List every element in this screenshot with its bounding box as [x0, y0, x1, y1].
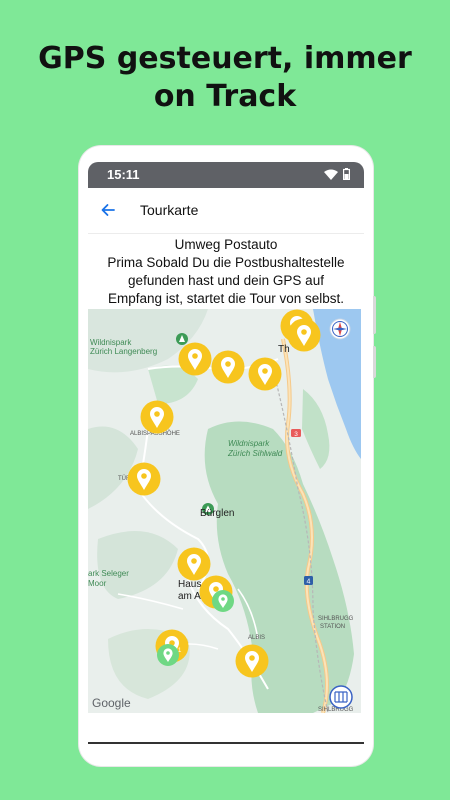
- gesture-bar: [88, 742, 364, 744]
- label-wildnispark-sihlwald-1: Wildnispark: [228, 439, 270, 448]
- phone-frame: 15:11 Tourkarte Umweg Postauto Prima Sob…: [79, 146, 376, 766]
- current-position-marker[interactable]: [157, 644, 179, 666]
- power-button: [373, 346, 376, 378]
- back-arrow-icon[interactable]: [98, 200, 118, 220]
- label-sihlbrugg: SIHLBRUGG: [318, 707, 354, 713]
- label-hausen-2: am A: [178, 591, 201, 602]
- start-marker[interactable]: [212, 590, 234, 612]
- label-thalwil: Th: [278, 344, 290, 355]
- tour-stop-marker-7[interactable]: [127, 462, 161, 496]
- label-hausen-1: Haus: [178, 579, 201, 590]
- tour-map[interactable]: 3 4 Wildnispark Zürich Langenberg Wildni…: [88, 309, 361, 713]
- tour-stop-marker-1[interactable]: [178, 342, 212, 376]
- road-4-label: 4: [307, 579, 311, 586]
- promo-headline-line1: GPS gesteuert, immer: [38, 41, 412, 76]
- label-seleger-1: ark Seleger: [88, 569, 129, 578]
- tour-stop-marker-8[interactable]: [177, 547, 211, 581]
- promo-headline-line2: on Track: [153, 79, 297, 114]
- tour-stop-marker-5[interactable]: [287, 318, 321, 352]
- tour-name: Umweg Postauto: [174, 237, 278, 252]
- label-wildnispark-langenberg-1: Wildnispark: [90, 338, 132, 347]
- tour-instruction-line1: Prima Sobald Du die Postbushaltestelle: [107, 255, 345, 270]
- tour-stop-marker-6[interactable]: [140, 400, 174, 434]
- status-bar: 15:11: [88, 162, 364, 188]
- volume-button: [373, 296, 376, 334]
- tour-stop-marker-11[interactable]: [235, 644, 269, 678]
- tour-description: Umweg Postauto Prima Sobald Du die Postb…: [88, 236, 364, 308]
- road-3-label: 3: [294, 431, 298, 438]
- tour-stop-marker-3[interactable]: [248, 357, 282, 391]
- app-bar: Tourkarte: [88, 188, 364, 234]
- page-title: Tourkarte: [140, 202, 199, 218]
- label-seleger-2: Moor: [88, 579, 107, 588]
- status-icons: [324, 168, 350, 180]
- battery-icon: [343, 168, 350, 180]
- label-wildnispark-sihlwald-2: Zürich Sihlwald: [227, 449, 283, 458]
- label-burglen: Bürglen: [200, 508, 234, 519]
- compass-button[interactable]: [329, 318, 351, 340]
- tour-instruction-line3: Empfang ist, startet die Tour von selbst…: [107, 291, 345, 306]
- label-sihlbrugg-station-1: SIHLBRUGG: [318, 616, 354, 622]
- tour-instruction-line2: gefunden hast und dein GPS auf: [128, 273, 324, 288]
- label-sihlbrugg-station-2: STATION: [320, 624, 345, 630]
- wifi-icon: [324, 169, 338, 180]
- google-logo: Google: [92, 696, 131, 710]
- promo-headline: GPS gesteuert, immer on Track: [0, 40, 450, 116]
- status-time: 15:11: [107, 167, 140, 182]
- tour-stop-marker-2[interactable]: [211, 350, 245, 384]
- label-wildnispark-langenberg-2: Zürich Langenberg: [90, 347, 157, 356]
- map-layers-button[interactable]: [329, 685, 353, 709]
- label-vorder-albis: ALBIS: [248, 635, 265, 641]
